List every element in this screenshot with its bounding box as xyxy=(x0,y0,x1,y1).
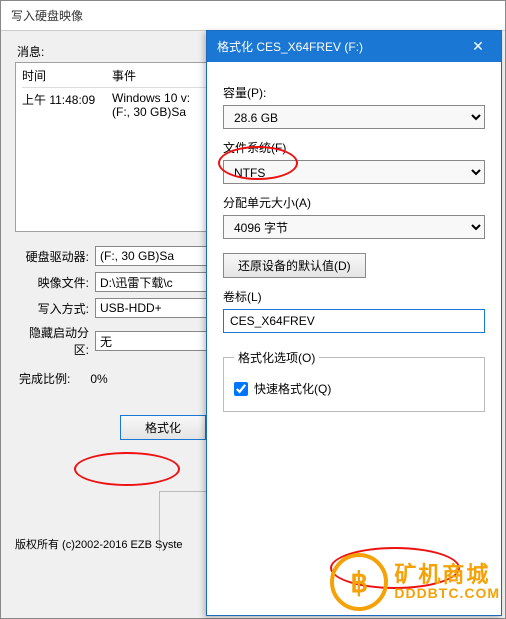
progress-label: 完成比例: xyxy=(19,372,70,386)
allocation-select[interactable]: 4096 字节 xyxy=(223,215,485,239)
format-dialog: 格式化 CES_X64FREV (F:) ✕ 容量(P): 28.6 GB 文件… xyxy=(206,30,502,616)
volume-label-input[interactable] xyxy=(223,309,485,333)
quick-format-row[interactable]: 快速格式化(Q) xyxy=(234,380,474,397)
progress-value: 0% xyxy=(90,372,107,386)
copyright-text: 版权所有 (c)2002-2016 EZB Syste xyxy=(15,536,183,552)
restore-defaults-button[interactable]: 还原设备的默认值(D) xyxy=(223,253,366,278)
format-dialog-body: 容量(P): 28.6 GB 文件系统(F) NTFS 分配单元大小(A) 40… xyxy=(207,62,501,424)
write-mode-label: 写入方式: xyxy=(15,300,95,317)
log-col-time: 时间 xyxy=(22,67,112,84)
capacity-select[interactable]: 28.6 GB xyxy=(223,105,485,129)
log-time: 上午 11:48:09 xyxy=(22,91,112,119)
filesystem-select[interactable]: NTFS xyxy=(223,160,485,184)
filesystem-label: 文件系统(F) xyxy=(223,139,485,156)
close-icon[interactable]: ✕ xyxy=(465,38,491,55)
volume-label-label: 卷标(L) xyxy=(223,288,485,305)
main-window-title: 写入硬盘映像 xyxy=(1,1,505,31)
log-event: Windows 10 v: (F:, 30 GB)Sa xyxy=(112,91,190,119)
format-options-group: 格式化选项(O) 快速格式化(Q) xyxy=(223,349,485,412)
capacity-label: 容量(P): xyxy=(223,84,485,101)
hidden-boot-label: 隐藏启动分区: xyxy=(15,324,95,358)
quick-format-checkbox[interactable] xyxy=(234,382,248,396)
allocation-label: 分配单元大小(A) xyxy=(223,194,485,211)
format-button[interactable]: 格式化 xyxy=(120,415,206,440)
format-options-legend: 格式化选项(O) xyxy=(234,349,319,366)
drive-label: 硬盘驱动器: xyxy=(15,248,95,265)
quick-format-label: 快速格式化(Q) xyxy=(254,380,331,397)
image-label: 映像文件: xyxy=(15,274,95,291)
format-dialog-title: 格式化 CES_X64FREV (F:) xyxy=(217,38,363,55)
format-dialog-titlebar: 格式化 CES_X64FREV (F:) ✕ xyxy=(207,31,501,62)
log-col-event: 事件 xyxy=(112,67,136,84)
